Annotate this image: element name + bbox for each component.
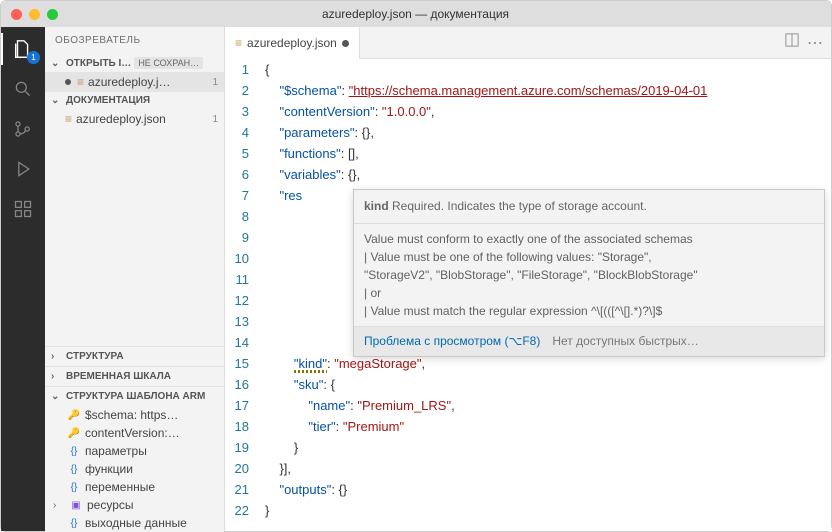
key-icon: 🔑 — [67, 426, 81, 440]
hover-footer: Проблема с просмотром (⌥F8) Нет доступны… — [354, 326, 824, 356]
more-actions-icon[interactable]: ⋯ — [807, 33, 823, 53]
file-icon: ≡ — [235, 36, 242, 50]
chevron-right-icon: › — [51, 351, 63, 362]
arm-item[interactable]: 🔑contentVersion:… — [45, 424, 224, 442]
file-icon: ≡ — [65, 112, 72, 126]
line-numbers: 12345678910111213141516171819202122 — [225, 59, 265, 531]
arm-item[interactable]: 🔑$schema: https… — [45, 406, 224, 424]
outline-panels: › СТРУКТУРА › ВРЕМЕННАЯ ШКАЛА ⌄ СТРУКТУР… — [45, 346, 224, 532]
activity-bar: 1 — [1, 27, 45, 531]
arm-item[interactable]: {}выходные данные — [45, 514, 224, 532]
workspace-header[interactable]: ⌄ ДОКУМЕНТАЦИЯ — [45, 92, 224, 109]
explorer-header: ОБОЗРЕВАТЕЛЬ — [45, 27, 224, 54]
arm-item[interactable]: ›▣ресурсы — [45, 496, 224, 514]
problem-count: 1 — [212, 114, 218, 125]
window-title: azuredeploy.json — документация — [10, 7, 821, 21]
explorer-icon[interactable]: 1 — [11, 37, 35, 61]
chevron-down-icon: ⌄ — [51, 391, 63, 402]
outline-header[interactable]: › СТРУКТУРА — [45, 346, 224, 366]
peek-problem-link[interactable]: Проблема с просмотром (⌥F8) — [364, 331, 540, 352]
chevron-right-icon: › — [53, 500, 65, 511]
explorer-badge: 1 — [27, 51, 40, 64]
titlebar: azuredeploy.json — документация — [1, 1, 831, 27]
tab-bar: ≡ azuredeploy.json ⋯ — [225, 27, 831, 59]
timeline-header[interactable]: › ВРЕМЕННАЯ ШКАЛА — [45, 366, 224, 386]
arm-template-header[interactable]: ⌄ СТРУКТУРА ШАБЛОНА ARM — [45, 386, 224, 406]
file-icon: ≡ — [77, 75, 84, 89]
search-icon[interactable] — [11, 77, 35, 101]
no-quick-fix-label: Нет доступных быстрых… — [552, 331, 698, 352]
chevron-right-icon: › — [51, 371, 63, 382]
hover-tooltip: kind Required. Indicates the type of sto… — [353, 189, 825, 357]
unsaved-tag: НЕ СОХРАН… — [134, 57, 203, 69]
source-control-icon[interactable] — [11, 117, 35, 141]
arm-item[interactable]: {}функции — [45, 460, 224, 478]
dirty-indicator-icon — [65, 79, 71, 85]
extensions-icon[interactable] — [11, 197, 35, 221]
tab-azuredeploy[interactable]: ≡ azuredeploy.json — [225, 27, 360, 59]
tab-label: azuredeploy.json — [247, 36, 337, 50]
editor-pane: ≡ azuredeploy.json ⋯ 1234567891011121314… — [225, 27, 831, 531]
open-editor-item[interactable]: ≡ azuredeploy.j… 1 — [45, 72, 224, 92]
debug-icon[interactable] — [11, 157, 35, 181]
key-icon: 🔑 — [67, 408, 81, 422]
chevron-down-icon: ⌄ — [51, 58, 63, 69]
open-editors-header[interactable]: ⌄ ОТКРЫТЬ I… НЕ СОХРАН… — [45, 54, 224, 72]
hover-header: kind Required. Indicates the type of sto… — [354, 190, 824, 224]
brace-icon: {} — [67, 444, 81, 458]
arm-item[interactable]: {}переменные — [45, 478, 224, 496]
code-area[interactable]: 12345678910111213141516171819202122 { "$… — [225, 59, 831, 531]
resources-icon: ▣ — [69, 498, 83, 512]
brace-icon: {} — [67, 480, 81, 494]
arm-item[interactable]: {}параметры — [45, 442, 224, 460]
chevron-down-icon: ⌄ — [51, 95, 63, 106]
editor-actions: ⋯ — [785, 33, 831, 53]
brace-icon: {} — [67, 462, 81, 476]
brace-icon: {} — [67, 516, 81, 530]
problem-count: 1 — [212, 77, 218, 88]
split-editor-icon[interactable] — [785, 33, 799, 53]
workspace-file-item[interactable]: ≡ azuredeploy.json 1 — [45, 109, 224, 129]
dirty-indicator-icon — [342, 40, 349, 47]
hover-body: Value must conform to exactly one of the… — [354, 224, 824, 326]
